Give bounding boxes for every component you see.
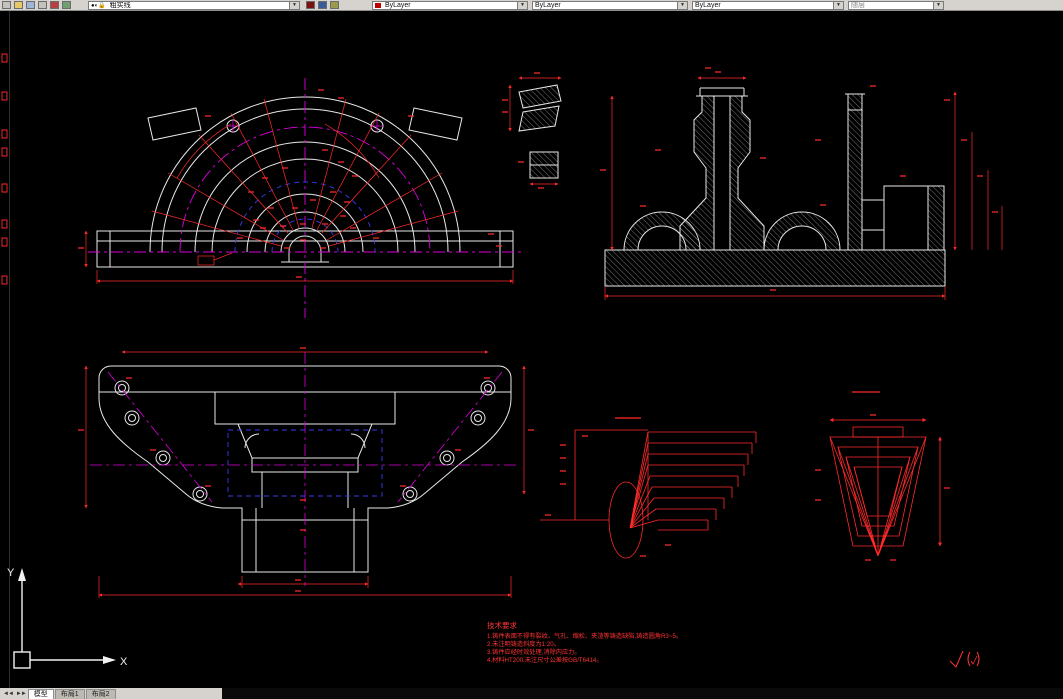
print-icon[interactable] [38,1,47,9]
tab-layout1[interactable]: 布局1 [54,689,85,699]
tab-nav-back-button[interactable]: ◄◄ [2,689,14,699]
notes-line: 2.未注明铸造斜度为1:20。 [487,640,560,648]
chevron-down-icon[interactable]: ▼ [833,2,843,9]
layer-name: 粗实线 [109,2,131,9]
layer-manager-icon[interactable] [318,1,327,9]
plotstyle-combo[interactable]: 随层 ▼ [848,1,944,10]
cad-window: ●◐🔒 粗实线 ▼ ByLayer ▼ ByLayer ▼ ByLayer ▼ … [0,0,1063,699]
color-palette-icon[interactable] [306,1,315,9]
properties-icon[interactable] [330,1,339,9]
layer-combo[interactable]: ●◐🔒 粗实线 ▼ [88,1,300,10]
notes-line: 4.材料HT200,未注尺寸公差按GB/T6414。 [487,656,603,664]
notes-line: 1.铸件表面不得有裂纹、气孔、缩松、夹渣等铸造缺陷,铸造圆角R3~5。 [487,632,682,640]
layer-status-icons: ●◐🔒 [91,3,106,9]
color-combo[interactable]: ByLayer ▼ [372,1,528,10]
plotstyle-value: 随层 [851,2,865,9]
color-value: ByLayer [384,2,411,9]
chevron-down-icon[interactable]: ▼ [933,2,943,9]
chevron-down-icon[interactable]: ▼ [677,2,687,9]
lineweight-value: ByLayer [695,2,721,9]
undo-icon[interactable] [50,1,59,9]
chevron-down-icon[interactable]: ▼ [517,2,527,9]
notes-line: 3.铸件应经时效处理,消除内应力。 [487,648,581,656]
color-swatch [375,2,381,8]
linetype-value: ByLayer [535,2,561,9]
chevron-down-icon[interactable]: ▼ [289,2,299,9]
drawing-canvas[interactable]: 技术要求 1.铸件表面不得有裂纹、气孔、缩松、夹渣等铸造缺陷,铸造圆角R3~5。… [0,11,1063,688]
lineweight-combo[interactable]: ByLayer ▼ [692,1,844,10]
tab-nav-forward-button[interactable]: ►► [15,689,27,699]
menu-icon[interactable] [2,1,11,9]
tab-model[interactable]: 模型 [27,689,54,699]
save-icon[interactable] [26,1,35,9]
notes-title: 技术要求 [487,620,517,630]
open-folder-icon[interactable] [14,1,23,9]
ucs-x-label: X [120,656,128,668]
top-toolbar: ●◐🔒 粗实线 ▼ ByLayer ▼ ByLayer ▼ ByLayer ▼ … [0,0,1063,11]
linetype-combo[interactable]: ByLayer ▼ [532,1,688,10]
layout-tab-bar: ◄◄ ►► 模型 布局1 布局2 [0,688,1063,699]
tab-layout2[interactable]: 布局2 [85,689,116,699]
layout-tabs: ◄◄ ►► 模型 布局1 布局2 [0,688,222,699]
redo-icon[interactable] [62,1,71,9]
ucs-y-label: Y [7,567,15,579]
